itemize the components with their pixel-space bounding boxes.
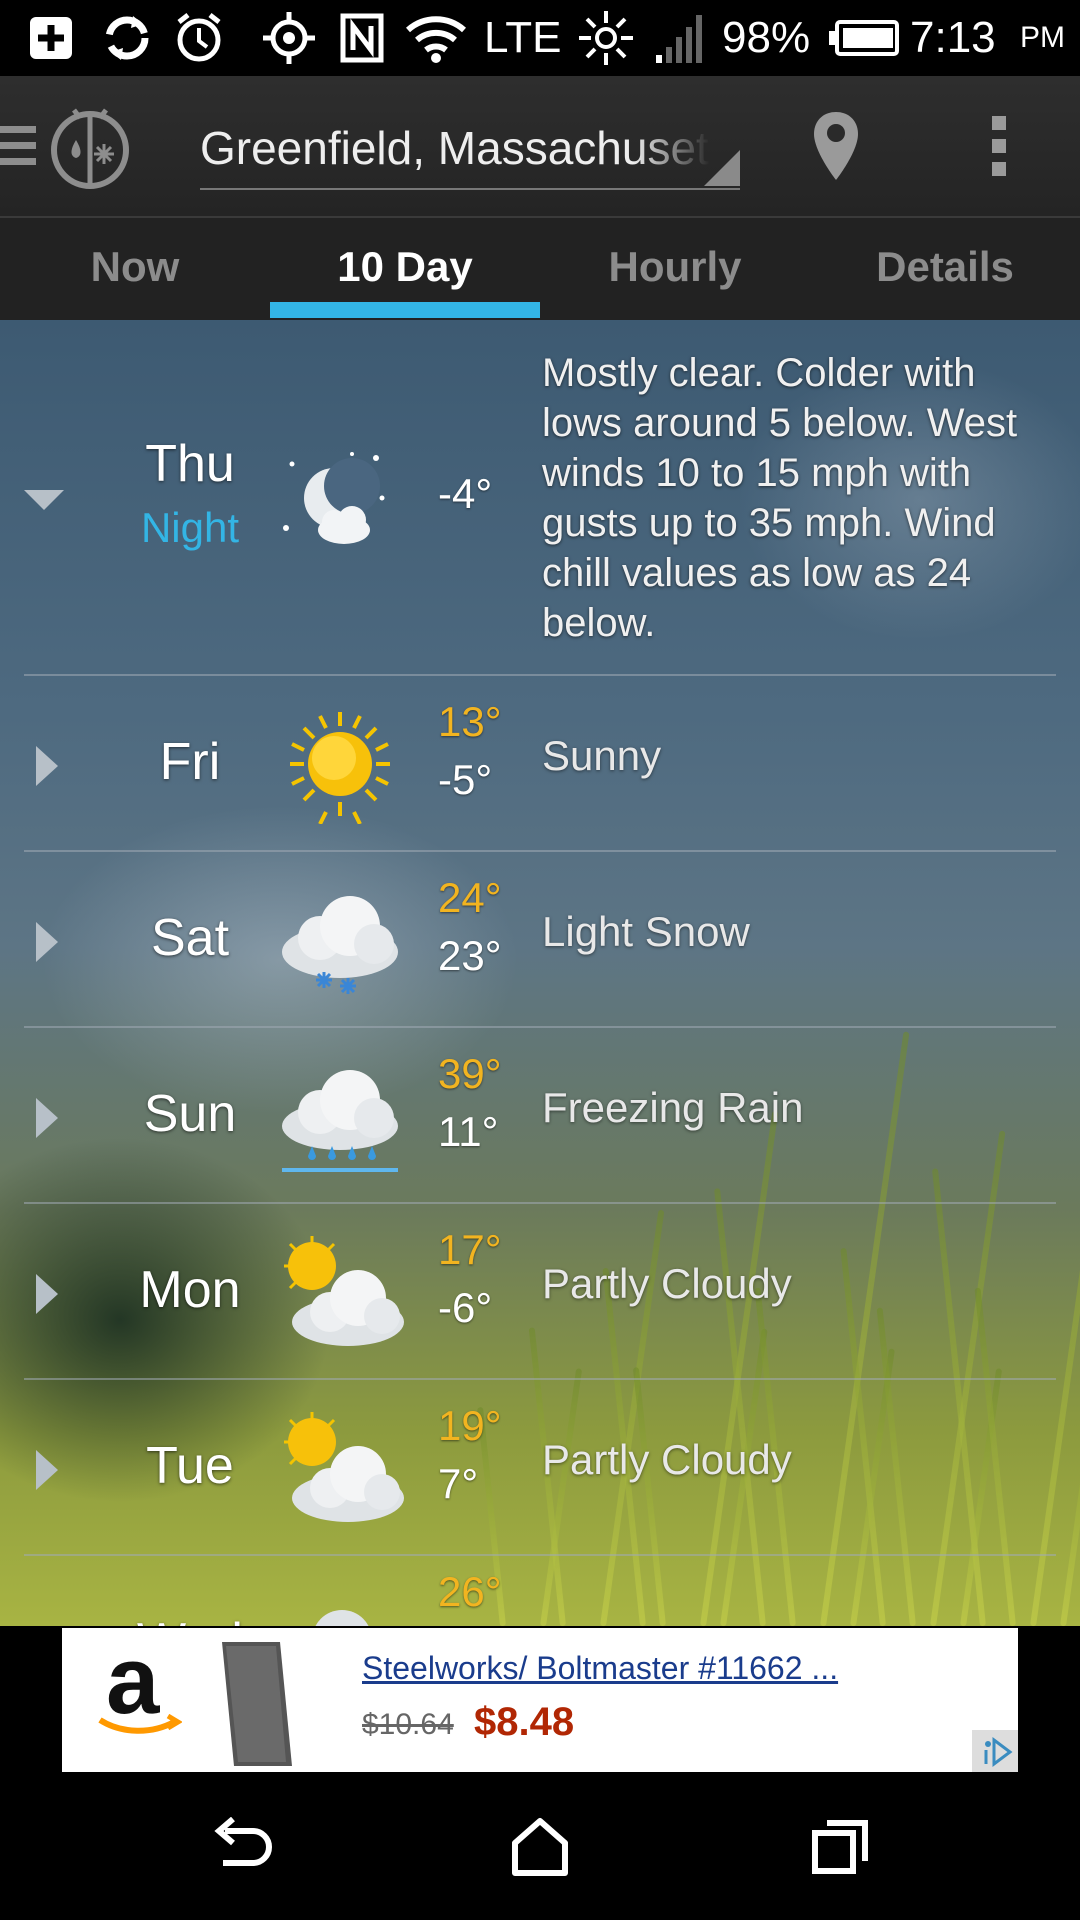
home-button[interactable] <box>480 1802 600 1892</box>
temp-low: 23° <box>438 932 502 979</box>
condition: Partly Cloudy <box>542 1436 792 1483</box>
tab-hourly[interactable]: Hourly <box>540 218 810 320</box>
partly-cloudy-icon <box>272 1232 408 1352</box>
status-bar: LTE 98% 7:13 PM <box>0 0 1080 76</box>
brightness-icon <box>576 8 636 68</box>
tab-label: Details <box>876 243 1014 290</box>
freezing-rain-icon <box>272 1056 408 1176</box>
nfc-icon <box>334 8 390 68</box>
adchoices-icon[interactable] <box>972 1730 1018 1772</box>
day-name: Sun <box>143 1085 237 1143</box>
temp-high: 39° <box>438 1050 502 1097</box>
app-toolbar: Greenfield, Massachusetts <box>0 76 1080 218</box>
temp-high: 19° <box>438 1402 502 1449</box>
tab-label: Now <box>90 243 180 290</box>
tab-label: 10 Day <box>337 243 473 290</box>
forecast-row-expanded[interactable]: Thu Night -4° Mostly clear. Colder with … <box>0 320 1080 676</box>
day-name: Sat <box>150 909 230 967</box>
back-button[interactable] <box>180 1802 300 1892</box>
back-icon <box>214 1817 272 1866</box>
temp: -4° <box>438 470 493 517</box>
day-name: Fri <box>159 733 221 791</box>
battery-icon <box>824 8 904 68</box>
sunny-icon <box>272 704 408 825</box>
app-logo-icon <box>48 102 132 195</box>
forecast-row[interactable]: Sun 39° 11° Freezing Rain <box>0 1028 1080 1204</box>
condition: Freezing Rain <box>542 1084 804 1131</box>
collapse-arrow-icon[interactable] <box>24 490 64 510</box>
forecast-row[interactable]: Tue 19° 7° Partly Cloudy <box>0 1380 1080 1556</box>
add-box-icon <box>20 8 82 68</box>
ad-product-link[interactable]: Steelworks/ Boltmaster #11662 ... <box>362 1650 838 1687</box>
alarm-icon <box>168 8 230 68</box>
battery-percent: 98% <box>722 13 811 62</box>
tab-10-day[interactable]: 10 Day <box>270 218 540 320</box>
condition: Partly Cloudy <box>542 1260 792 1307</box>
forecast-row[interactable]: Wed 26° <box>0 1556 1080 1626</box>
day-name: Thu <box>145 435 235 493</box>
recent-apps-icon <box>812 1820 868 1874</box>
expand-arrow-icon[interactable] <box>36 1274 58 1314</box>
network-type: LTE <box>484 13 562 62</box>
dropdown-indicator-icon <box>704 150 740 186</box>
temp-low: 7° <box>438 1460 479 1507</box>
day-name: Mon <box>139 1261 241 1319</box>
location-name: Greenfield, Massachusetts <box>200 122 710 174</box>
temp-high: 17° <box>438 1226 502 1273</box>
day-name: Wed <box>120 1612 260 1626</box>
forecast-row[interactable]: Sat 24° 23° Light Snow <box>0 852 1080 1028</box>
overflow-menu-icon[interactable] <box>988 114 1012 183</box>
tab-now[interactable]: Now <box>0 218 270 320</box>
active-tab-indicator <box>270 302 540 318</box>
ad-old-price: $10.64 <box>362 1708 454 1741</box>
location-dropdown[interactable]: Greenfield, Massachusetts <box>200 106 740 190</box>
ad-new-price: $8.48 <box>474 1700 575 1744</box>
amazon-logo: a <box>80 1627 200 1756</box>
recent-apps-button[interactable] <box>780 1802 900 1892</box>
tab-details[interactable]: Details <box>810 218 1080 320</box>
expand-arrow-icon[interactable] <box>36 1098 58 1138</box>
clear-night-icon <box>272 442 408 562</box>
forecast-row[interactable]: Fri 13° -5° Sunny <box>0 676 1080 852</box>
location-pin-icon[interactable] <box>808 108 864 189</box>
ad-banner[interactable]: a Steelworks/ Boltmaster #11662 ... $10.… <box>62 1627 1018 1772</box>
tab-bar: Now 10 Day Hourly Details <box>0 218 1080 320</box>
temp-high: 13° <box>438 698 502 745</box>
day-name: Tue <box>146 1437 234 1495</box>
temp-high: 24° <box>438 874 502 921</box>
sync-icon <box>96 8 158 68</box>
screen: LTE 98% 7:13 PM Greenfield, Massachusett… <box>0 0 1080 1920</box>
temp-low: -6° <box>438 1284 493 1331</box>
condition: Sunny <box>542 732 662 779</box>
ad-area: a Steelworks/ Boltmaster #11662 ... $10.… <box>0 1626 1080 1774</box>
wifi-icon <box>402 8 470 68</box>
expand-arrow-icon[interactable] <box>36 922 58 962</box>
clock-time: 7:13 <box>910 13 996 62</box>
forecast-list[interactable]: Thu Night -4° Mostly clear. Colder with … <box>0 320 1080 1626</box>
forecast-description: Mostly clear. Colder with lows around 5 … <box>542 351 1018 645</box>
tab-label: Hourly <box>608 243 742 290</box>
signal-icon <box>650 8 712 68</box>
navigation-bar <box>0 1774 1080 1920</box>
partly-cloudy-icon <box>272 1408 408 1528</box>
menu-icon <box>0 122 40 175</box>
app-home-button[interactable] <box>0 96 150 196</box>
condition: Light Snow <box>542 908 750 955</box>
home-icon <box>512 1818 568 1876</box>
temp-low: -5° <box>438 756 493 803</box>
day-period: Night <box>140 504 240 551</box>
cloudy-icon <box>272 1584 408 1626</box>
expand-arrow-icon[interactable] <box>36 1450 58 1490</box>
clock-ampm: PM <box>1020 21 1065 54</box>
gps-icon <box>258 8 320 68</box>
forecast-row[interactable]: Mon 17° -6° Partly Cloudy <box>0 1204 1080 1380</box>
light-snow-icon <box>272 880 408 1000</box>
temp-high: 26° <box>438 1568 502 1615</box>
product-image <box>212 1642 292 1766</box>
expand-arrow-icon[interactable] <box>36 746 58 786</box>
temp-low: 11° <box>438 1108 499 1155</box>
